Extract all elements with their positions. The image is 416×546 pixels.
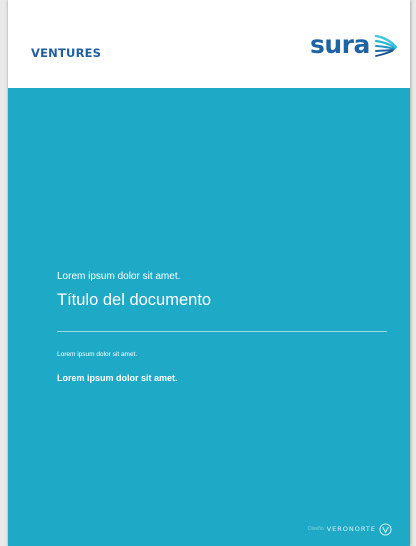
document-page: VENTURES sura Lorem ipsum dolor sit amet… (8, 0, 410, 546)
document-title: Título del documento (57, 291, 212, 309)
pre-title: Lorem ipsum dolor sit amet. (57, 271, 181, 282)
sura-logo: sura (310, 30, 400, 63)
subtitle-small: Lorem ipsum dolor sit amet. (57, 351, 138, 358)
brand-tag: VENTURES (31, 46, 102, 60)
credit-brand: VERONORTE (326, 525, 376, 533)
logo-wordmark: sura (310, 30, 370, 59)
cover-panel: Lorem ipsum dolor sit amet. Título del d… (8, 88, 410, 546)
circle-v-icon (379, 522, 392, 536)
designer-credit: Diseño VERONORTE (308, 522, 392, 536)
subtitle-bold: Lorem ipsum dolor sit amet. (57, 373, 178, 383)
title-divider (57, 331, 387, 332)
credit-label: Diseño (308, 526, 324, 532)
wing-stripes-icon (374, 34, 398, 57)
page-header: VENTURES sura (8, 0, 410, 88)
